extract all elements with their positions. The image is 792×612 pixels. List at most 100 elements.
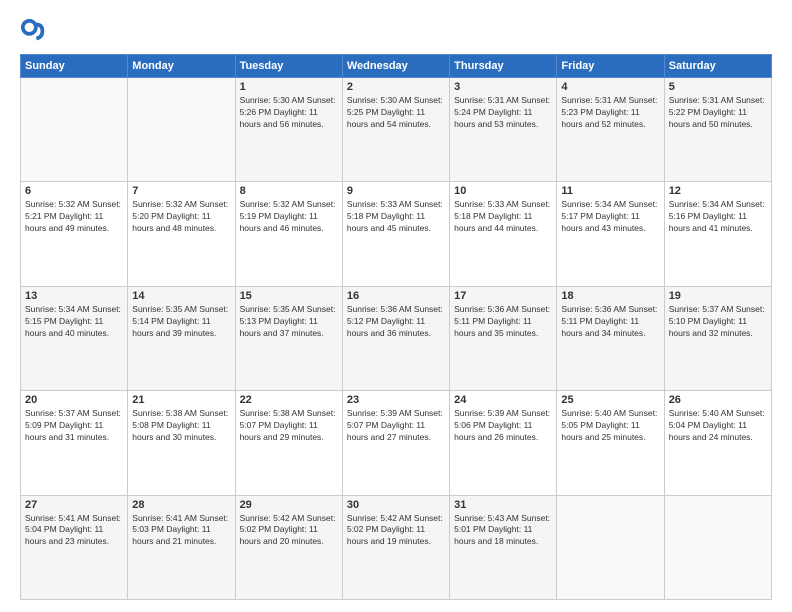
day-number: 6	[25, 185, 123, 197]
calendar-cell: 12Sunrise: 5:34 AM Sunset: 5:16 PM Dayli…	[664, 182, 771, 286]
calendar-cell	[664, 495, 771, 599]
calendar-cell: 30 Sunrise: 5:42 AM Sunset: 5:02 PM Dayli…	[342, 495, 449, 599]
day-info: Sunrise: 5:33 AM Sunset: 5:18 PM Dayligh…	[347, 199, 445, 235]
calendar-cell	[557, 495, 664, 599]
day-info: Sunrise: 5:32 AM Sunset: 5:19 PM Dayligh…	[240, 199, 338, 235]
calendar-cell: 28 Sunrise: 5:41 AM Sunset: 5:03 PM Dayli…	[128, 495, 235, 599]
calendar-cell: 24 Sunrise: 5:39 AM Sunset: 5:06 PM Dayli…	[450, 391, 557, 495]
day-info: Sunrise: 5:43 AM Sunset: 5:01 PM Dayligh…	[454, 513, 552, 549]
day-info: Sunrise: 5:41 AM Sunset: 5:04 PM Dayligh…	[25, 513, 123, 549]
calendar-cell: 1 Sunrise: 5:30 AM Sunset: 5:26 PM Daylig…	[235, 78, 342, 182]
week-row: 27 Sunrise: 5:41 AM Sunset: 5:04 PM Dayli…	[21, 495, 772, 599]
day-number: 13	[25, 290, 123, 302]
day-info: Sunrise: 5:42 AM Sunset: 5:02 PM Dayligh…	[347, 513, 445, 549]
calendar: SundayMondayTuesdayWednesdayThursdayFrid…	[20, 54, 772, 600]
day-number: 2	[347, 81, 445, 93]
calendar-cell: 23Sunrise: 5:39 AM Sunset: 5:07 PM Dayli…	[342, 391, 449, 495]
day-number: 17	[454, 290, 552, 302]
day-info: Sunrise: 5:36 AM Sunset: 5:11 PM Dayligh…	[561, 304, 659, 340]
day-info: Sunrise: 5:31 AM Sunset: 5:24 PM Dayligh…	[454, 95, 552, 131]
header-cell: Friday	[557, 55, 664, 78]
day-info: Sunrise: 5:39 AM Sunset: 5:07 PM Dayligh…	[347, 408, 445, 444]
day-number: 9	[347, 185, 445, 197]
logo	[20, 18, 52, 46]
day-info: Sunrise: 5:33 AM Sunset: 5:18 PM Dayligh…	[454, 199, 552, 235]
day-number: 28	[132, 499, 230, 511]
day-number: 15	[240, 290, 338, 302]
calendar-cell: 10 Sunrise: 5:33 AM Sunset: 5:18 PM Dayli…	[450, 182, 557, 286]
day-number: 27	[25, 499, 123, 511]
day-number: 30	[347, 499, 445, 511]
day-number: 22	[240, 394, 338, 406]
day-number: 16	[347, 290, 445, 302]
calendar-cell: 2 Sunrise: 5:30 AM Sunset: 5:25 PM Daylig…	[342, 78, 449, 182]
day-info: Sunrise: 5:35 AM Sunset: 5:14 PM Dayligh…	[132, 304, 230, 340]
calendar-cell	[21, 78, 128, 182]
calendar-cell: 14 Sunrise: 5:35 AM Sunset: 5:14 PM Dayli…	[128, 286, 235, 390]
day-number: 20	[25, 394, 123, 406]
day-info: Sunrise: 5:39 AM Sunset: 5:06 PM Dayligh…	[454, 408, 552, 444]
day-info: Sunrise: 5:40 AM Sunset: 5:05 PM Dayligh…	[561, 408, 659, 444]
day-number: 8	[240, 185, 338, 197]
day-info: Sunrise: 5:42 AM Sunset: 5:02 PM Dayligh…	[240, 513, 338, 549]
day-info: Sunrise: 5:38 AM Sunset: 5:08 PM Dayligh…	[132, 408, 230, 444]
calendar-cell	[128, 78, 235, 182]
day-info: Sunrise: 5:36 AM Sunset: 5:12 PM Dayligh…	[347, 304, 445, 340]
day-info: Sunrise: 5:32 AM Sunset: 5:21 PM Dayligh…	[25, 199, 123, 235]
day-number: 7	[132, 185, 230, 197]
day-info: Sunrise: 5:31 AM Sunset: 5:22 PM Dayligh…	[669, 95, 767, 131]
calendar-cell: 15 Sunrise: 5:35 AM Sunset: 5:13 PM Dayli…	[235, 286, 342, 390]
logo-icon	[20, 18, 48, 46]
week-row: 6 Sunrise: 5:32 AM Sunset: 5:21 PM Daylig…	[21, 182, 772, 286]
day-number: 29	[240, 499, 338, 511]
calendar-cell: 26 Sunrise: 5:40 AM Sunset: 5:04 PM Dayli…	[664, 391, 771, 495]
day-number: 11	[561, 185, 659, 197]
day-number: 24	[454, 394, 552, 406]
calendar-cell: 22 Sunrise: 5:38 AM Sunset: 5:07 PM Dayli…	[235, 391, 342, 495]
calendar-cell: 16 Sunrise: 5:36 AM Sunset: 5:12 PM Dayli…	[342, 286, 449, 390]
day-info: Sunrise: 5:36 AM Sunset: 5:11 PM Dayligh…	[454, 304, 552, 340]
week-row: 20 Sunrise: 5:37 AM Sunset: 5:09 PM Dayli…	[21, 391, 772, 495]
calendar-cell: 11 Sunrise: 5:34 AM Sunset: 5:17 PM Dayli…	[557, 182, 664, 286]
calendar-cell: 4Sunrise: 5:31 AM Sunset: 5:23 PM Daylig…	[557, 78, 664, 182]
day-number: 5	[669, 81, 767, 93]
day-number: 25	[561, 394, 659, 406]
day-info: Sunrise: 5:34 AM Sunset: 5:17 PM Dayligh…	[561, 199, 659, 235]
calendar-cell: 27 Sunrise: 5:41 AM Sunset: 5:04 PM Dayli…	[21, 495, 128, 599]
week-row: 1 Sunrise: 5:30 AM Sunset: 5:26 PM Daylig…	[21, 78, 772, 182]
calendar-cell: 18 Sunrise: 5:36 AM Sunset: 5:11 PM Dayli…	[557, 286, 664, 390]
calendar-cell: 31Sunrise: 5:43 AM Sunset: 5:01 PM Dayli…	[450, 495, 557, 599]
calendar-cell: 5 Sunrise: 5:31 AM Sunset: 5:22 PM Daylig…	[664, 78, 771, 182]
header-cell: Thursday	[450, 55, 557, 78]
header-cell: Wednesday	[342, 55, 449, 78]
header-cell: Monday	[128, 55, 235, 78]
day-info: Sunrise: 5:38 AM Sunset: 5:07 PM Dayligh…	[240, 408, 338, 444]
day-info: Sunrise: 5:35 AM Sunset: 5:13 PM Dayligh…	[240, 304, 338, 340]
week-row: 13Sunrise: 5:34 AM Sunset: 5:15 PM Dayli…	[21, 286, 772, 390]
calendar-cell: 13Sunrise: 5:34 AM Sunset: 5:15 PM Dayli…	[21, 286, 128, 390]
calendar-cell: 7Sunrise: 5:32 AM Sunset: 5:20 PM Daylig…	[128, 182, 235, 286]
calendar-cell: 8 Sunrise: 5:32 AM Sunset: 5:19 PM Daylig…	[235, 182, 342, 286]
day-info: Sunrise: 5:31 AM Sunset: 5:23 PM Dayligh…	[561, 95, 659, 131]
header-cell: Tuesday	[235, 55, 342, 78]
day-number: 26	[669, 394, 767, 406]
calendar-header: SundayMondayTuesdayWednesdayThursdayFrid…	[21, 55, 772, 78]
calendar-cell: 25 Sunrise: 5:40 AM Sunset: 5:05 PM Dayli…	[557, 391, 664, 495]
calendar-cell: 9 Sunrise: 5:33 AM Sunset: 5:18 PM Daylig…	[342, 182, 449, 286]
page: SundayMondayTuesdayWednesdayThursdayFrid…	[0, 0, 792, 612]
day-number: 1	[240, 81, 338, 93]
day-info: Sunrise: 5:30 AM Sunset: 5:25 PM Dayligh…	[347, 95, 445, 131]
day-info: Sunrise: 5:37 AM Sunset: 5:09 PM Dayligh…	[25, 408, 123, 444]
day-number: 10	[454, 185, 552, 197]
day-info: Sunrise: 5:34 AM Sunset: 5:16 PM Dayligh…	[669, 199, 767, 235]
day-number: 18	[561, 290, 659, 302]
calendar-cell: 29 Sunrise: 5:42 AM Sunset: 5:02 PM Dayli…	[235, 495, 342, 599]
calendar-cell: 20 Sunrise: 5:37 AM Sunset: 5:09 PM Dayli…	[21, 391, 128, 495]
day-info: Sunrise: 5:30 AM Sunset: 5:26 PM Dayligh…	[240, 95, 338, 131]
calendar-body: 1 Sunrise: 5:30 AM Sunset: 5:26 PM Daylig…	[21, 78, 772, 600]
day-number: 14	[132, 290, 230, 302]
day-info: Sunrise: 5:40 AM Sunset: 5:04 PM Dayligh…	[669, 408, 767, 444]
day-info: Sunrise: 5:41 AM Sunset: 5:03 PM Dayligh…	[132, 513, 230, 549]
calendar-cell: 17 Sunrise: 5:36 AM Sunset: 5:11 PM Dayli…	[450, 286, 557, 390]
calendar-cell: 3Sunrise: 5:31 AM Sunset: 5:24 PM Daylig…	[450, 78, 557, 182]
